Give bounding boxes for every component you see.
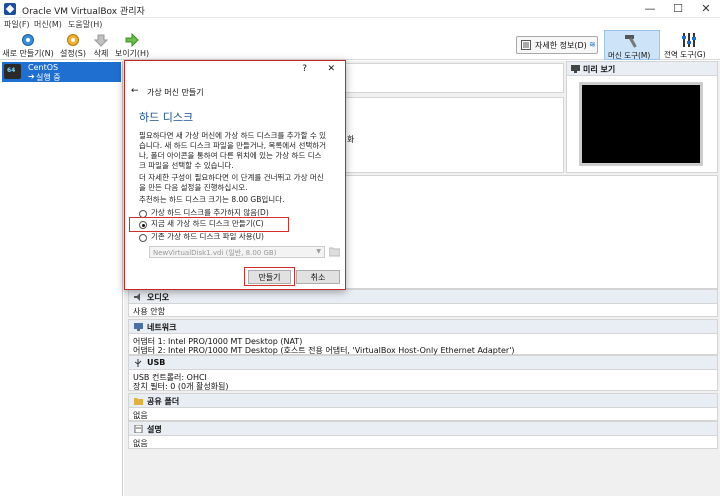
network-icon (134, 323, 143, 331)
menu-machine[interactable]: 머신(M) (34, 19, 62, 30)
preview-screen (579, 82, 703, 166)
create-vm-dialog: ? ✕ ← 가상 머신 만들기 하드 디스크 필요하다면 새 가상 머신에 가상… (124, 60, 346, 290)
discard-button[interactable]: 삭제 (90, 33, 112, 59)
desc-line-2: 습니다. 새 하드 디스크 파일을 만들거나, 목록에서 선택하거 (139, 141, 327, 150)
settings-gear-icon (67, 34, 79, 46)
description-value: 없음 (133, 439, 148, 448)
machine-tools-button[interactable]: 머신 도구(M) (604, 30, 660, 60)
sliders-icon (682, 33, 696, 47)
description-section: 설명 없음 (128, 421, 718, 449)
desc-line-4: 크 파일을 선택할 수 있습니다. (139, 161, 234, 170)
network-section: 네트워크 어댑터 1: Intel PRO/1000 MT Desktop (N… (128, 319, 718, 355)
disk-file-value: NewVirtualDisk1.vdi (일반, 8.00 GB) (153, 249, 277, 257)
audio-section: 오디오 사용 안함 (128, 289, 718, 317)
radio-existing-disk[interactable] (139, 234, 147, 242)
audio-title[interactable]: 오디오 (147, 292, 169, 303)
dialog-section-title: 하드 디스크 (139, 111, 194, 124)
vm-state: 실행 중 (36, 73, 61, 82)
vm-name: CentOS (28, 63, 59, 72)
usb-title[interactable]: USB (147, 358, 165, 367)
title-bar: Oracle VM VirtualBox 관리자 — ☐ ✕ (0, 0, 720, 18)
menu-help[interactable]: 도움말(H) (68, 19, 102, 30)
usb-icon (134, 359, 142, 367)
folder-browse-icon[interactable] (329, 247, 340, 257)
description-title[interactable]: 설명 (147, 424, 162, 435)
vm-list: CentOS ➔ 실행 중 (0, 61, 123, 496)
detail-view-button[interactable]: 자세한 정보(D) ≋ (516, 36, 598, 54)
preview-panel: 미리 보기 (566, 61, 718, 173)
chevron-down-icon: ▼ (316, 248, 321, 255)
note-line-1: 더 자세한 구성이 필요하다면 이 단계를 건너뛰고 가상 머신 (139, 173, 324, 182)
create-button[interactable]: 만들기 (248, 270, 291, 284)
detail-arrow-icon: ≋ (589, 40, 596, 49)
recommended-size: 추천하는 하드 디스크 크기는 8.00 GB입니다. (139, 195, 285, 204)
preview-title[interactable]: 미리 보기 (583, 64, 615, 75)
minimize-button[interactable]: — (636, 0, 664, 18)
usb-filter: 장치 필터: 0 (0개 활성화됨) (133, 382, 229, 391)
network-title[interactable]: 네트워크 (147, 322, 176, 333)
dialog-header: 가상 머신 만들기 (147, 88, 204, 97)
system-partial-text: 화 (347, 135, 355, 144)
shared-value: 없음 (133, 411, 148, 420)
running-arrow-icon: ➔ (28, 72, 35, 81)
note-icon (134, 425, 143, 433)
show-label: 보이기(H) (114, 49, 150, 58)
radio-create-disk[interactable] (139, 221, 147, 229)
disk-file-select[interactable]: NewVirtualDisk1.vdi (일반, 8.00 GB) ▼ (149, 246, 325, 258)
show-arrow-icon (125, 33, 139, 47)
monitor-icon (571, 65, 580, 73)
list-icon (521, 40, 531, 50)
global-tools-label: 전역 도구(G) (664, 50, 706, 59)
close-button[interactable]: ✕ (692, 0, 720, 18)
folder-icon (134, 398, 143, 405)
maximize-button[interactable]: ☐ (664, 0, 692, 18)
option-create-label[interactable]: 지금 새 가상 하드 디스크 만들기(C) (151, 219, 264, 229)
dialog-note: 더 자세한 구성이 필요하다면 이 단계를 건너뛰고 가상 머신 을 만든 다음… (139, 173, 339, 193)
window-title: Oracle VM VirtualBox 관리자 (22, 7, 145, 17)
new-button[interactable]: 새로 만들기(N) (2, 33, 54, 59)
settings-button[interactable]: 설정(S) (58, 33, 88, 59)
global-tools-button[interactable]: 전역 도구(G) (662, 30, 718, 60)
centos-os-icon (4, 64, 21, 79)
desc-line-3: 나, 폴더 아이콘을 통하여 다른 위치에 있는 가상 하드 디스 (139, 151, 322, 160)
cancel-button[interactable]: 취소 (296, 270, 340, 284)
desc-line-1: 필요하다면 새 가상 머신에 가상 하드 디스크를 추가할 수 있 (139, 131, 327, 140)
speaker-icon (134, 293, 140, 301)
back-arrow-icon[interactable]: ← (131, 86, 139, 96)
shared-folders-section: 공유 폴더 없음 (128, 393, 718, 421)
new-gear-icon (22, 34, 34, 46)
audio-value: 사용 안함 (133, 307, 165, 316)
help-button[interactable]: ? (302, 64, 307, 74)
machine-tools-label: 머신 도구(M) (608, 51, 651, 60)
new-label: 새로 만들기(N) (2, 49, 54, 58)
dialog-close-button[interactable]: ✕ (327, 64, 335, 74)
discard-arrow-icon (94, 34, 108, 47)
usb-section: USB USB 컨트롤러: OHCI 장치 필터: 0 (0개 활성화됨) (128, 355, 718, 391)
shared-title[interactable]: 공유 폴더 (147, 396, 179, 407)
detail-label: 자세한 정보(D) (535, 41, 587, 50)
option-existing-label[interactable]: 기존 가상 하드 디스크 파일 사용(U) (151, 232, 264, 242)
dialog-description: 필요하다면 새 가상 머신에 가상 하드 디스크를 추가할 수 있 습니다. 새… (139, 131, 339, 171)
virtualbox-logo-icon (4, 3, 16, 15)
show-button[interactable]: 보이기(H) (114, 33, 150, 59)
discard-label: 삭제 (93, 49, 109, 58)
menu-file[interactable]: 파일(F) (4, 19, 30, 30)
note-line-2: 을 만든 다음 설정을 진행하십시오. (139, 183, 248, 192)
settings-label: 설정(S) (59, 49, 87, 58)
hammer-icon (625, 35, 637, 48)
vm-item-centos[interactable]: CentOS ➔ 실행 중 (2, 62, 121, 82)
